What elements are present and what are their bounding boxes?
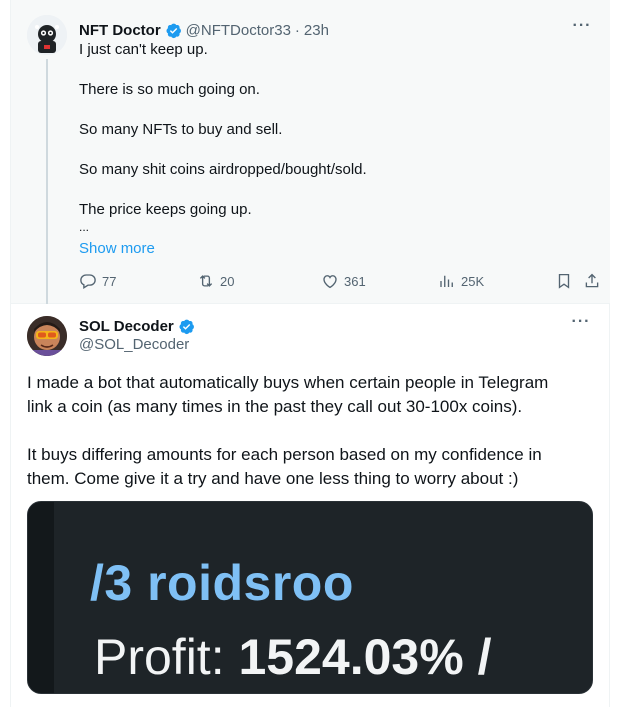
handle[interactable]: @NFTDoctor33 [186,22,291,39]
like-button[interactable]: 361 [321,272,366,290]
bookmark-icon [558,273,570,289]
share-icon [585,273,599,288]
like-count: 361 [344,273,366,289]
reply-text-line: them. Come give it a try and have one le… [27,469,519,488]
parent-tweet[interactable]: NFT Doctor @NFTDoctor33 · 23h ··· I just… [11,0,610,304]
views-count: 25K [461,273,485,289]
more-icon[interactable]: ··· [572,18,592,40]
image-text-title: /3 roidsroo [90,555,354,611]
avatar[interactable] [27,316,67,356]
display-name[interactable]: NFT Doctor [79,22,161,39]
tweet-ellipsis: ... [79,220,90,234]
tweet-line: The price keeps going up. [79,201,252,218]
action-bar: 77 20 361 25K [79,272,599,294]
tweet-line: So many NFTs to buy and sell. [79,121,283,138]
verified-badge-icon [166,23,181,38]
timestamp[interactable]: 23h [304,22,329,39]
verified-badge-icon [179,319,194,334]
tweet-line: So many shit coins airdropped/bought/sol… [79,161,367,178]
profit-value: 1524.03% / [238,629,492,685]
retweet-icon [199,275,213,287]
views-button[interactable]: 25K [438,272,484,290]
separator: · [294,21,300,39]
reply-text-line: link a coin (as many times in the past t… [27,397,523,416]
attached-image[interactable]: /3 roidsroo Profit: 1524.03% / [27,501,593,694]
avatar[interactable] [27,15,67,55]
reply-icon [80,274,96,289]
reply-text-line: I made a bot that automatically buys whe… [27,373,549,392]
share-button[interactable] [583,272,601,290]
bookmark-button[interactable] [555,272,573,290]
parent-header: NFT Doctor @NFTDoctor33 · 23h [79,20,329,40]
reply-button[interactable]: 77 [79,272,116,290]
reply-text-line: It buys differing amounts for each perso… [27,445,542,464]
profit-label: Profit: [94,629,239,685]
thread-connector [46,59,48,304]
tweet-line: There is so much going on. [79,81,260,98]
reply-count: 77 [102,273,117,289]
handle[interactable]: @SOL_Decoder [79,336,189,353]
tweet-line: I just can't keep up. [79,41,208,58]
timeline-column: NFT Doctor @NFTDoctor33 · 23h ··· I just… [10,0,610,707]
retweet-button[interactable]: 20 [197,272,234,290]
reply-header: SOL Decoder [79,316,195,336]
heart-icon [323,275,337,289]
more-icon[interactable]: ··· [571,314,591,336]
retweet-count: 20 [220,273,235,289]
views-icon [440,275,453,287]
display-name[interactable]: SOL Decoder [79,318,174,335]
image-text-profit: Profit: 1524.03% / [94,628,491,686]
image-edge [28,502,54,693]
show-more-link[interactable]: Show more [79,240,155,257]
